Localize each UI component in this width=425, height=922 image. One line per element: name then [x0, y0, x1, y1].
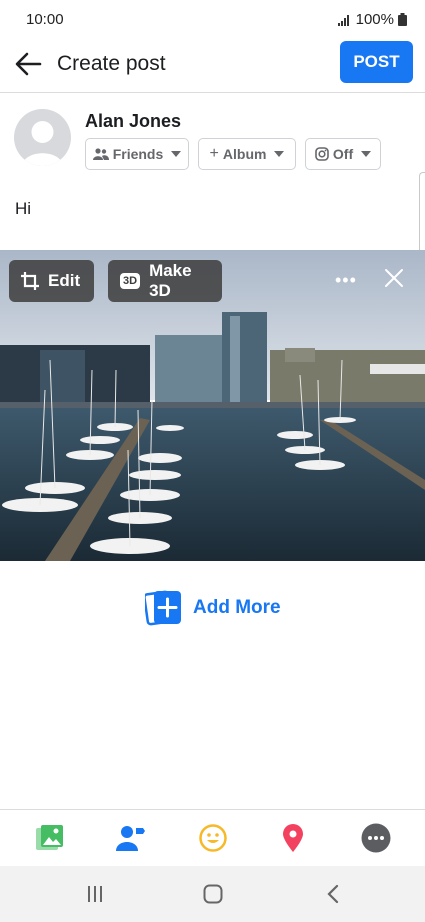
chevron-down-icon	[361, 151, 372, 157]
location-icon[interactable]	[281, 824, 305, 852]
recent-apps-icon[interactable]	[86, 885, 104, 903]
chevron-down-icon	[274, 151, 285, 157]
add-more-label: Add More	[193, 597, 281, 618]
more-icon[interactable]	[361, 823, 391, 853]
bottom-toolbar	[0, 809, 425, 866]
add-photo-icon	[145, 590, 181, 626]
battery-percent: 100%	[355, 11, 394, 28]
edit-label: Edit	[48, 271, 81, 290]
chevron-down-icon	[171, 151, 182, 157]
back-arrow-icon[interactable]	[14, 50, 42, 78]
signal-icon	[337, 14, 349, 26]
post-button[interactable]: POST	[340, 41, 413, 83]
photo-icon[interactable]	[36, 824, 64, 852]
system-nav-bar	[0, 866, 425, 922]
instagram-icon	[315, 147, 329, 161]
status-time: 10:00	[26, 11, 64, 28]
crop-icon	[21, 272, 39, 290]
avatar	[14, 109, 71, 166]
home-icon[interactable]	[203, 884, 223, 904]
instagram-label: Off	[332, 146, 354, 162]
page-title: Create post	[57, 52, 166, 75]
more-options-icon[interactable]: •••	[335, 270, 357, 291]
friends-icon	[92, 148, 109, 160]
post-text-input[interactable]: Hi	[15, 199, 31, 219]
instagram-share-selector[interactable]: Off	[305, 138, 381, 170]
feeling-icon[interactable]	[199, 824, 227, 852]
make-3d-button[interactable]: 3D Make 3D	[108, 260, 222, 302]
default-avatar-icon	[22, 121, 63, 166]
album-label: Album	[222, 146, 267, 162]
attached-photo[interactable]: Edit 3D Make 3D •••	[0, 250, 425, 561]
edit-photo-button[interactable]: Edit	[9, 260, 94, 302]
3d-icon: 3D	[120, 273, 141, 289]
close-icon[interactable]	[382, 266, 406, 290]
plus-icon: +	[209, 145, 219, 162]
user-name: Alan Jones	[85, 111, 182, 131]
add-more-button[interactable]: Add More	[145, 590, 281, 626]
battery-icon	[398, 13, 407, 26]
header: Create post POST	[0, 36, 425, 93]
back-icon[interactable]	[326, 884, 340, 904]
audience-label: Friends	[112, 146, 164, 162]
make-3d-label: Make 3D	[149, 261, 192, 300]
audience-selector[interactable]: Friends	[85, 138, 189, 170]
album-selector[interactable]: + Album	[198, 138, 296, 170]
tag-people-icon[interactable]	[116, 824, 146, 852]
status-indicators: 100%	[337, 11, 407, 28]
